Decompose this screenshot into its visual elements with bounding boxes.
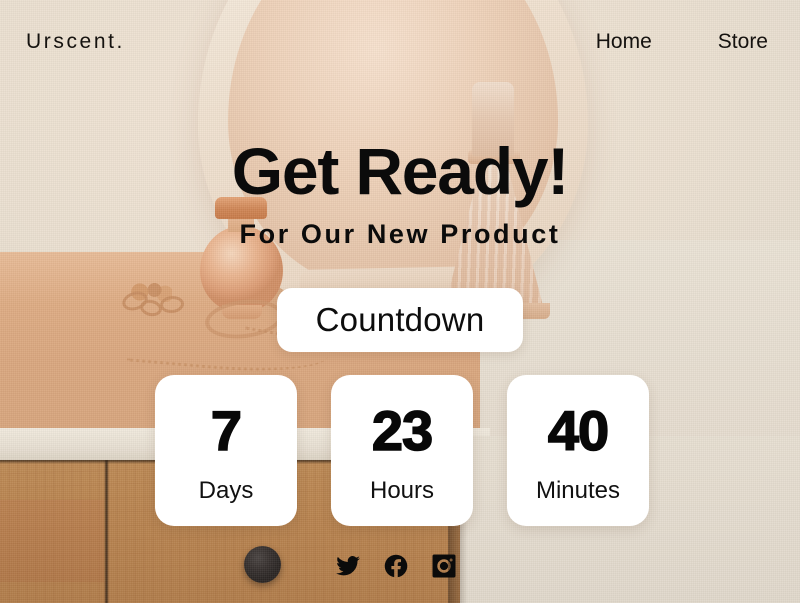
page-title: Get Ready! <box>231 134 570 208</box>
hero-headline: Get Ready! For Our New Product <box>0 134 800 250</box>
instagram-icon[interactable] <box>431 553 457 579</box>
social-links <box>335 553 457 579</box>
top-bar: Urscent. Home Store <box>0 22 800 62</box>
countdown-card-days: 7 Days <box>155 375 297 526</box>
countdown-value-hours: 23 <box>371 398 434 462</box>
twitter-icon[interactable] <box>335 553 361 579</box>
countdown-card-minutes: 40 Minutes <box>507 375 649 526</box>
countdown-label-text: Countdown <box>315 301 485 338</box>
poster-content: Urscent. Home Store Get Ready! For Our N… <box>0 0 800 603</box>
promo-poster: Urscent. Home Store Get Ready! For Our N… <box>0 0 800 603</box>
countdown-value-days: 7 <box>210 398 243 462</box>
nav-link-home[interactable]: Home <box>596 30 652 54</box>
countdown-label-minutes: Minutes <box>535 476 621 504</box>
page-subtitle: For Our New Product <box>239 219 561 250</box>
countdown-card-hours: 23 Hours <box>331 375 473 526</box>
countdown-cards: 7 Days 23 Hours 40 Minutes <box>155 375 649 526</box>
countdown-value-minutes: 40 <box>547 398 610 462</box>
nav-link-store[interactable]: Store <box>718 30 768 54</box>
main-nav: Home Store <box>596 30 768 54</box>
countdown-label-pill: Countdown <box>277 288 523 352</box>
brand-logo[interactable]: Urscent. <box>26 30 125 54</box>
facebook-icon[interactable] <box>383 553 409 579</box>
countdown-label-days: Days <box>198 476 254 504</box>
countdown-label-hours: Hours <box>369 476 435 504</box>
